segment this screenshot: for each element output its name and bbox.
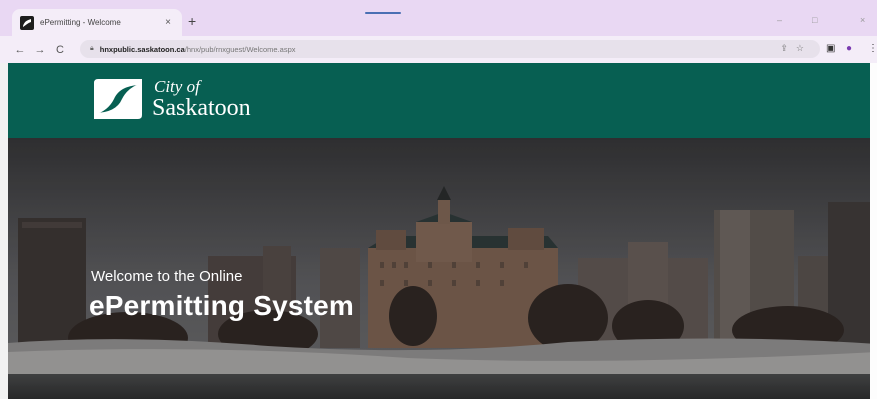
hero-subtitle: Welcome to the Online bbox=[91, 268, 243, 285]
hero-banner: Welcome to the Online ePermitting System bbox=[8, 138, 877, 399]
sidepanel-icon[interactable]: ▣ bbox=[826, 43, 835, 54]
url-text: hnxpublic.saskatoon.ca/hnx/pub/rnxguest/… bbox=[100, 45, 296, 54]
minimize-button[interactable]: – bbox=[777, 15, 782, 25]
reload-button[interactable]: C bbox=[50, 44, 70, 56]
browser-tab-active[interactable]: ePermitting - Welcome × bbox=[12, 9, 182, 36]
back-button[interactable]: ← bbox=[10, 44, 30, 56]
profile-icon[interactable]: ● bbox=[846, 43, 852, 54]
url-path: /hnx/pub/rnxguest/Welcome.aspx bbox=[184, 44, 296, 54]
tab-close-icon[interactable]: × bbox=[162, 17, 174, 28]
city-logo[interactable]: City of Saskatoon bbox=[90, 77, 251, 121]
saskatoon-favicon-icon bbox=[20, 15, 34, 30]
hero-title: ePermitting System bbox=[89, 290, 355, 321]
lock-icon: 🔒︎ bbox=[90, 45, 94, 52]
menu-kebab-icon[interactable]: ⋮ bbox=[868, 43, 877, 54]
window-close-button[interactable]: × bbox=[860, 15, 865, 25]
tab-title: ePermitting - Welcome bbox=[40, 18, 121, 27]
url-host: hnxpublic.saskatoon.ca bbox=[99, 44, 185, 54]
page-right-gutter bbox=[870, 63, 877, 399]
forward-button[interactable]: → bbox=[30, 44, 50, 56]
new-tab-button[interactable]: + bbox=[188, 14, 196, 28]
bookmark-star-icon[interactable]: ☆ bbox=[796, 43, 812, 53]
restore-button[interactable]: □ bbox=[812, 15, 817, 25]
saskatoon-logo-mark-icon bbox=[94, 79, 142, 119]
tab-loading-indicator bbox=[365, 12, 401, 14]
share-icon[interactable]: ⇪ bbox=[780, 43, 796, 53]
logo-name-text: Saskatoon bbox=[152, 95, 251, 121]
site-header: City of Saskatoon bbox=[8, 63, 877, 138]
logo-city-text: City of bbox=[154, 77, 200, 96]
page-left-gutter bbox=[0, 63, 8, 399]
address-bar[interactable]: 🔒︎ hnxpublic.saskatoon.ca/hnx/pub/rnxgue… bbox=[80, 40, 820, 58]
browser-tab-bar: ePermitting - Welcome × + – □ × bbox=[0, 0, 877, 36]
browser-toolbar: ← → C 🔒︎ hnxpublic.saskatoon.ca/hnx/pub/… bbox=[0, 36, 877, 63]
omnibox-actions: ⇪☆ bbox=[780, 43, 812, 54]
